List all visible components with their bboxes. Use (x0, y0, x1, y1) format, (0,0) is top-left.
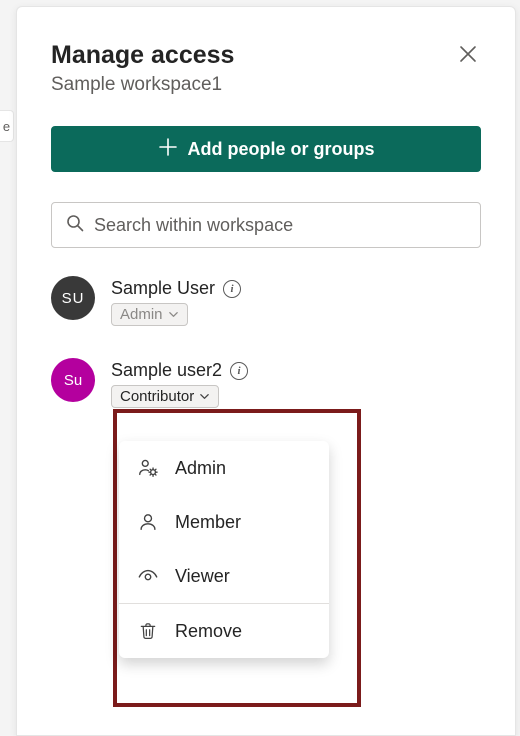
add-people-button[interactable]: Add people or groups (51, 126, 481, 172)
header-titles: Manage access Sample workspace1 (51, 41, 234, 96)
manage-access-panel: Manage access Sample workspace1 Add peop… (16, 6, 516, 736)
info-icon[interactable]: i (223, 280, 241, 298)
search-input[interactable] (94, 215, 466, 236)
info-icon[interactable]: i (230, 362, 248, 380)
avatar: Su (51, 358, 95, 402)
close-icon (459, 45, 477, 66)
dropdown-item-viewer[interactable]: Viewer (119, 549, 329, 603)
user-name: Sample user2 (111, 360, 222, 381)
peek-char: e (3, 119, 10, 134)
eye-icon (137, 565, 159, 587)
panel-title: Manage access (51, 41, 234, 70)
panel-header: Manage access Sample workspace1 (51, 41, 481, 96)
role-chip-disabled: Admin (111, 303, 188, 326)
dropdown-item-remove[interactable]: Remove (119, 604, 329, 658)
user-name: Sample User (111, 278, 215, 299)
user-info: Sample User i Admin (111, 276, 481, 326)
user-name-row: Sample User i (111, 278, 481, 299)
role-label: Contributor (120, 388, 194, 405)
chevron-down-icon (168, 309, 179, 320)
dropdown-label: Remove (175, 621, 242, 642)
chevron-down-icon (199, 391, 210, 402)
user-info: Sample user2 i Contributor (111, 358, 481, 408)
search-field[interactable] (51, 202, 481, 248)
add-button-label: Add people or groups (188, 139, 375, 160)
role-chip[interactable]: Contributor (111, 385, 219, 408)
role-dropdown: Admin Member Viewer Remove (119, 441, 329, 658)
dropdown-item-admin[interactable]: Admin (119, 441, 329, 495)
dropdown-label: Member (175, 512, 241, 533)
plus-icon (158, 137, 178, 162)
user-row: Su Sample user2 i Contributor (51, 358, 481, 408)
person-icon (137, 511, 159, 533)
dropdown-item-member[interactable]: Member (119, 495, 329, 549)
dropdown-label: Admin (175, 458, 226, 479)
role-label: Admin (120, 306, 163, 323)
panel-subtitle: Sample workspace1 (51, 74, 234, 96)
close-button[interactable] (455, 41, 481, 70)
trash-icon (137, 620, 159, 642)
search-icon (66, 214, 84, 237)
dropdown-label: Viewer (175, 566, 230, 587)
people-gear-icon (137, 457, 159, 479)
avatar: SU (51, 276, 95, 320)
background-peek: e (0, 110, 14, 142)
user-row: SU Sample User i Admin (51, 276, 481, 326)
user-name-row: Sample user2 i (111, 360, 481, 381)
